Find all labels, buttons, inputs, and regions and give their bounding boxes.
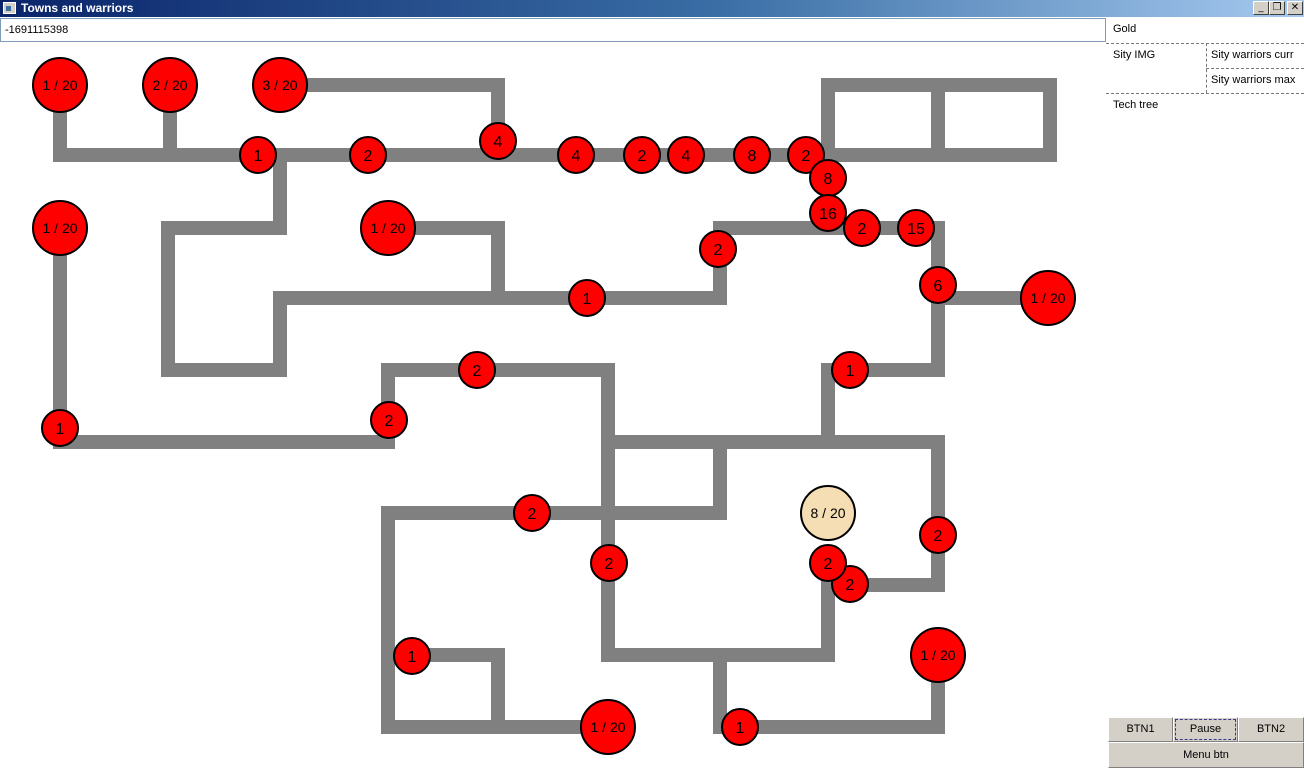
btn1-button[interactable]: BTN1 [1108, 717, 1173, 742]
army[interactable]: 4 [667, 136, 705, 174]
menu-button[interactable]: Menu btn [1108, 742, 1304, 768]
army-count: 4 [572, 148, 581, 165]
city-label: 8 / 20 [810, 505, 845, 521]
army[interactable]: 1 [721, 708, 759, 746]
city-label: 1 / 20 [42, 220, 77, 236]
divider [1106, 93, 1304, 94]
app-icon [3, 2, 16, 14]
army-count: 15 [907, 221, 925, 238]
army[interactable]: 1 [831, 351, 869, 389]
army-count: 2 [714, 242, 723, 259]
army-count: 2 [385, 413, 394, 430]
army[interactable]: 1 [568, 279, 606, 317]
city[interactable]: 1 / 20 [910, 627, 966, 683]
city-label: 1 / 20 [920, 647, 955, 663]
warriors-curr-label: Sity warriors curr [1211, 49, 1294, 61]
close-icon[interactable]: ✕ [1287, 1, 1303, 15]
army-count: 1 [254, 148, 263, 165]
city-label: 3 / 20 [262, 77, 297, 93]
army-count: 6 [934, 278, 943, 295]
city[interactable]: 1 / 20 [32, 57, 88, 113]
army[interactable]: 2 [843, 209, 881, 247]
army[interactable]: 8 [733, 136, 771, 174]
btn2-button[interactable]: BTN2 [1238, 717, 1304, 742]
city-label: 1 / 20 [370, 220, 405, 236]
pause-button[interactable]: Pause [1173, 717, 1238, 742]
army[interactable]: 16 [809, 194, 847, 232]
city-img-label: Sity IMG [1113, 49, 1156, 61]
player-city[interactable]: 8 / 20 [800, 485, 856, 541]
warriors-max-label: Sity warriors max [1211, 74, 1296, 86]
army-count: 1 [583, 291, 592, 308]
army[interactable]: 15 [897, 209, 935, 247]
restore-icon[interactable]: ❐ [1269, 1, 1285, 15]
army[interactable]: 2 [590, 544, 628, 582]
army[interactable]: 2 [349, 136, 387, 174]
gold-label: Gold [1113, 23, 1137, 35]
army-count: 2 [605, 556, 614, 573]
side-panel: Gold Sity IMG Sity warriors curr Sity wa… [1106, 17, 1304, 768]
army-count: 2 [824, 556, 833, 573]
army[interactable]: 1 [393, 637, 431, 675]
army[interactable]: 4 [479, 122, 517, 160]
army[interactable]: 2 [458, 351, 496, 389]
army-count: 1 [736, 720, 745, 737]
city[interactable]: 3 / 20 [252, 57, 308, 113]
army-count: 4 [494, 134, 503, 151]
army-count: 2 [364, 148, 373, 165]
army[interactable]: 2 [370, 401, 408, 439]
city-label: 2 / 20 [152, 77, 187, 93]
city[interactable]: 1 / 20 [360, 200, 416, 256]
city[interactable]: 1 / 20 [1020, 270, 1076, 326]
army[interactable]: 1 [239, 136, 277, 174]
army-count: 8 [824, 171, 833, 188]
city[interactable]: 2 / 20 [142, 57, 198, 113]
army-count: 2 [802, 148, 811, 165]
army-count: 2 [934, 528, 943, 545]
army-count: 4 [682, 148, 691, 165]
army[interactable]: 2 [513, 494, 551, 532]
army-count: 1 [846, 363, 855, 380]
army-count: 2 [858, 221, 867, 238]
divider [1206, 68, 1304, 69]
army[interactable]: 2 [623, 136, 661, 174]
army[interactable]: 1 [41, 409, 79, 447]
army-count: 1 [408, 649, 417, 666]
city-label: 1 / 20 [42, 77, 77, 93]
road-network [53, 78, 1057, 734]
army-count: 16 [819, 206, 837, 223]
army[interactable]: 2 [919, 516, 957, 554]
city-label: 1 / 20 [1030, 290, 1065, 306]
army-count: 2 [473, 363, 482, 380]
window-title: Towns and warriors [21, 1, 134, 15]
tech-tree-label: Tech tree [1113, 99, 1159, 111]
city[interactable]: 1 / 20 [32, 200, 88, 256]
divider [1106, 43, 1304, 44]
army-count: 2 [638, 148, 647, 165]
army[interactable]: 6 [919, 266, 957, 304]
cities[interactable]: 1 / 20 2 / 20 3 / 20 1 / 20 1 / 20 1 / 2… [32, 57, 1076, 755]
army-count: 2 [846, 577, 855, 594]
army-count: 1 [56, 421, 65, 438]
army-count: 8 [748, 148, 757, 165]
seed-field[interactable]: -1691115398 [0, 18, 1106, 42]
army-count: 2 [528, 506, 537, 523]
city[interactable]: 1 / 20 [580, 699, 636, 755]
city-label: 1 / 20 [590, 719, 625, 735]
title-bar: Towns and warriors _ ❐ ✕ [0, 0, 1304, 17]
game-board[interactable]: 1 / 20 2 / 20 3 / 20 1 / 20 1 / 20 1 / 2… [0, 43, 1106, 768]
army[interactable]: 8 [809, 159, 847, 197]
minimize-icon[interactable]: _ [1253, 1, 1269, 15]
army[interactable]: 2 [699, 230, 737, 268]
army[interactable]: 2 [809, 544, 847, 582]
army[interactable]: 4 [557, 136, 595, 174]
